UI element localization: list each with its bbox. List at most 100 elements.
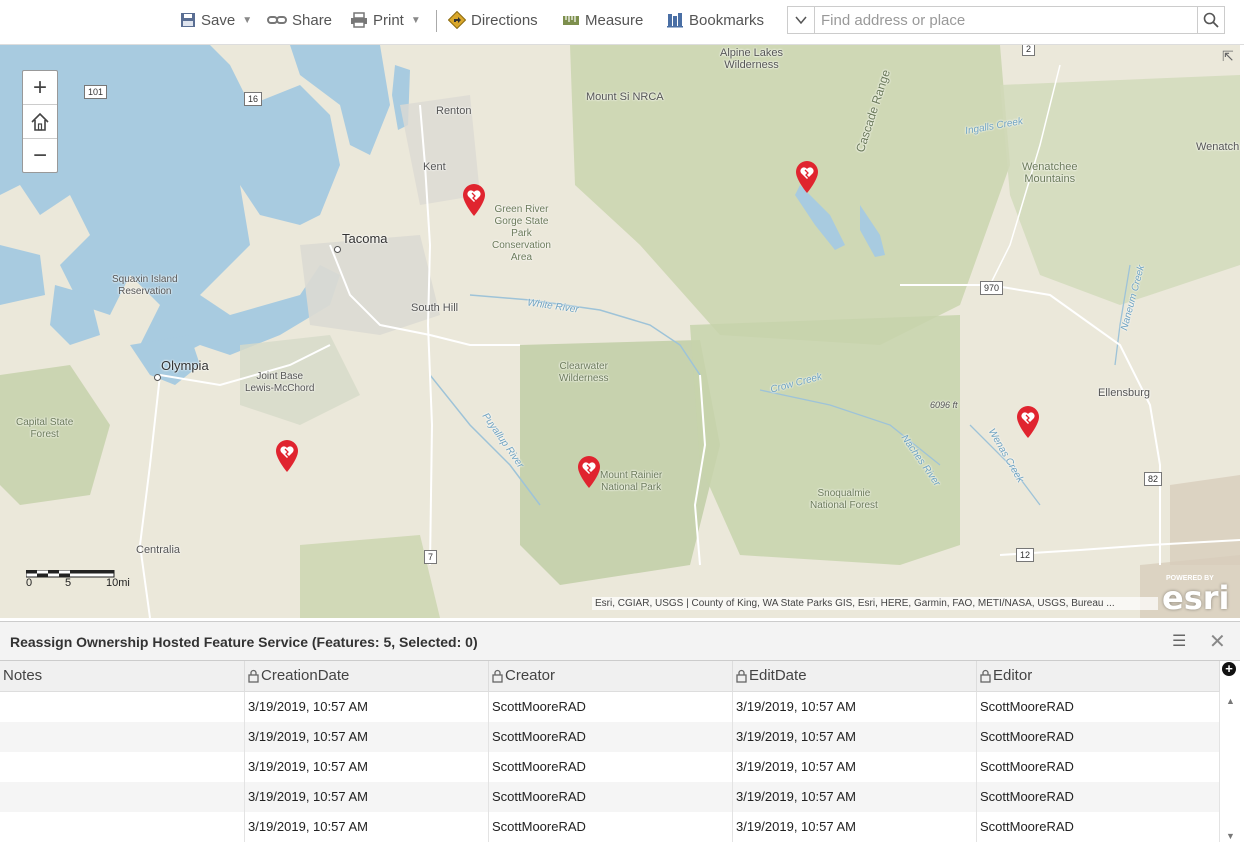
- bookmarks-label: Bookmarks: [689, 11, 765, 29]
- cell-editor: ScottMooreRAD: [977, 722, 1220, 752]
- bookmark-icon: [667, 13, 683, 28]
- map-label-wenatchee: Wenatch: [1196, 141, 1240, 153]
- route-shield: 82: [1144, 472, 1163, 486]
- home-icon: [31, 112, 49, 131]
- map-label-ellensburg: Ellensburg: [1098, 387, 1150, 399]
- map-label-kent: Kent: [423, 161, 446, 173]
- feature-marker-heart-icon[interactable]: [274, 439, 300, 473]
- cell-editdate: 3/19/2019, 10:57 AM: [733, 752, 977, 782]
- measure-label: Measure: [585, 11, 644, 29]
- expand-arrow-icon[interactable]: ⇱: [1222, 48, 1234, 65]
- scale-label-10: 10mi: [106, 577, 130, 589]
- column-header-label: Notes: [3, 667, 43, 684]
- table-row[interactable]: 3/19/2019, 10:57 AM ScottMooreRAD 3/19/2…: [0, 692, 1220, 722]
- cell-editor: ScottMooreRAD: [977, 782, 1220, 812]
- map-label-renton: Renton: [436, 105, 472, 117]
- bookmarks-button[interactable]: Bookmarks: [666, 9, 764, 31]
- share-label: Share: [292, 11, 333, 29]
- printer-icon: [351, 12, 367, 28]
- cell-creationdate: 3/19/2019, 10:57 AM: [245, 692, 489, 722]
- esri-logo[interactable]: esri: [1162, 579, 1230, 617]
- plus-icon: +: [32, 73, 47, 101]
- lock-icon: [248, 669, 259, 683]
- feature-marker-heart-icon[interactable]: [1015, 405, 1041, 439]
- save-label: Save: [201, 11, 236, 29]
- cell-creator: ScottMooreRAD: [489, 722, 733, 752]
- table-row[interactable]: 3/19/2019, 10:57 AM ScottMooreRAD 3/19/2…: [0, 722, 1220, 752]
- map-label-jblm: Joint Base Lewis-McChord: [245, 371, 315, 394]
- scale-label-0: 0: [26, 577, 33, 589]
- scroll-up-arrow-icon[interactable]: ▲: [1226, 696, 1235, 706]
- feature-marker-heart-icon[interactable]: [576, 455, 602, 489]
- feature-marker-heart-icon[interactable]: [794, 160, 820, 194]
- city-marker-olympia: [154, 374, 161, 381]
- table-row[interactable]: 3/19/2019, 10:57 AM ScottMooreRAD 3/19/2…: [0, 752, 1220, 782]
- map-label-centralia: Centralia: [136, 544, 181, 556]
- column-header-notes[interactable]: Notes: [0, 661, 245, 691]
- print-label: Print: [373, 11, 404, 29]
- add-column-icon[interactable]: +: [1222, 662, 1236, 676]
- toolbar-divider: [436, 10, 437, 32]
- map-label-snoqualmie-forest: Snoqualmie National Forest: [810, 488, 878, 511]
- cell-notes: [0, 782, 245, 812]
- cell-notes: [0, 722, 245, 752]
- measure-button[interactable]: Measure: [562, 9, 643, 31]
- cell-editdate: 3/19/2019, 10:57 AM: [733, 782, 977, 812]
- column-header-editdate[interactable]: EditDate: [733, 661, 977, 691]
- route-shield: 970: [980, 281, 1004, 295]
- close-icon[interactable]: ✕: [1209, 629, 1226, 654]
- cell-creator: ScottMooreRAD: [489, 692, 733, 722]
- column-header-label: Creator: [505, 667, 556, 684]
- zoom-out-button[interactable]: −: [23, 139, 57, 172]
- map-view[interactable]: Alpine Lakes Wilderness Cascade Range Re…: [0, 45, 1240, 618]
- scroll-down-arrow-icon[interactable]: ▼: [1226, 831, 1235, 841]
- column-header-creationdate[interactable]: CreationDate: [245, 661, 489, 691]
- column-header-creator[interactable]: Creator: [489, 661, 733, 691]
- toolbar: Save ▼ Share Print ▼ Directions Measure …: [0, 0, 1244, 45]
- basemap: [0, 45, 1240, 618]
- map-attribution[interactable]: Esri, CGIAR, USGS | County of King, WA S…: [592, 597, 1158, 610]
- table-row[interactable]: 3/19/2019, 10:57 AM ScottMooreRAD 3/19/2…: [0, 812, 1220, 842]
- chevron-down-icon: ▼: [410, 14, 421, 26]
- map-label-clearwater: Clearwater Wilderness: [559, 361, 609, 384]
- minus-icon: −: [32, 141, 47, 169]
- print-button[interactable]: Print ▼: [350, 9, 421, 31]
- table-header-row: Notes CreationDate Creator EditDate Edit…: [0, 661, 1220, 692]
- map-label-capital-forest: Capital State Forest: [16, 417, 74, 440]
- cell-notes: [0, 692, 245, 722]
- column-header-label: CreationDate: [261, 667, 350, 684]
- table-row[interactable]: 3/19/2019, 10:57 AM ScottMooreRAD 3/19/2…: [0, 782, 1220, 812]
- map-label-alpine-lakes: Alpine Lakes Wilderness: [720, 47, 783, 71]
- map-label-tacoma: Tacoma: [342, 231, 388, 246]
- cell-editdate: 3/19/2019, 10:57 AM: [733, 692, 977, 722]
- cell-creationdate: 3/19/2019, 10:57 AM: [245, 812, 489, 842]
- ruler-icon: [563, 16, 579, 25]
- save-button[interactable]: Save ▼: [180, 9, 252, 31]
- map-label-mount-rainier: Mount Rainier National Park: [600, 470, 663, 493]
- cell-creationdate: 3/19/2019, 10:57 AM: [245, 752, 489, 782]
- column-header-editor[interactable]: Editor: [977, 661, 1220, 691]
- map-label-green-river-gorge: Green River Gorge State Park Conservatio…: [492, 204, 551, 263]
- column-header-label: EditDate: [749, 667, 807, 684]
- map-label-wenatchee-mountains: Wenatchee Mountains: [1022, 161, 1078, 185]
- zoom-in-button[interactable]: +: [23, 71, 57, 105]
- search-button[interactable]: [1197, 6, 1225, 34]
- lock-icon: [736, 669, 747, 683]
- chevron-down-icon: [795, 16, 807, 24]
- cell-creator: ScottMooreRAD: [489, 812, 733, 842]
- chevron-down-icon: ▼: [242, 14, 253, 26]
- link-icon: [267, 16, 287, 24]
- route-shield: 101: [84, 85, 108, 99]
- map-label-south-hill: South Hill: [411, 302, 459, 314]
- search-input[interactable]: [815, 6, 1198, 34]
- map-label-peak-elevation: 6096 ft: [930, 400, 958, 410]
- cell-editor: ScottMooreRAD: [977, 692, 1220, 722]
- map-label-mount-si: Mount Si NRCA: [586, 91, 664, 103]
- feature-marker-heart-icon[interactable]: [461, 183, 487, 217]
- share-button[interactable]: Share: [267, 9, 332, 31]
- table-options-menu-icon[interactable]: ☰: [1172, 631, 1186, 651]
- directions-button[interactable]: Directions: [448, 9, 538, 31]
- route-shield: 16: [244, 92, 263, 106]
- search-source-dropdown[interactable]: [787, 6, 815, 34]
- home-button[interactable]: [23, 105, 57, 139]
